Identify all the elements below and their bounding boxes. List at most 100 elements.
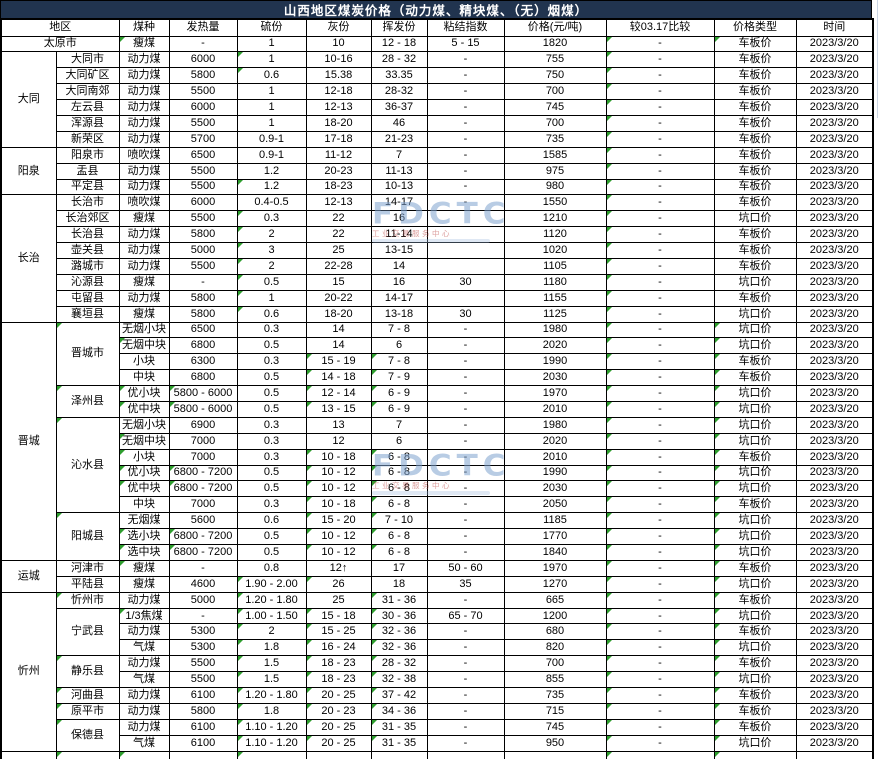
column-header[interactable]: 时间	[795, 18, 874, 37]
cell[interactable]: 2	[236, 226, 307, 244]
cell[interactable]: 18-20	[305, 114, 372, 132]
cell[interactable]: -	[605, 448, 715, 466]
city-cell[interactable]: 浑源县	[55, 114, 120, 132]
cell[interactable]: 10	[305, 35, 372, 53]
cell[interactable]: 6800 - 7200	[168, 464, 238, 482]
cell[interactable]: 车板价	[713, 257, 797, 275]
cell[interactable]: 坑口价	[713, 512, 797, 530]
cell[interactable]: 50 - 60	[426, 559, 505, 577]
cell[interactable]: 2023/3/20	[795, 194, 874, 212]
cell[interactable]: 0.5	[236, 544, 307, 561]
cell[interactable]: -	[426, 687, 505, 704]
cell[interactable]: 5500	[168, 257, 238, 275]
cell[interactable]: 1	[236, 35, 307, 53]
cell[interactable]: 瘦煤	[118, 305, 170, 323]
cell[interactable]: 700	[503, 83, 607, 101]
cell[interactable]: 855	[503, 671, 607, 689]
cell[interactable]: 1.8	[236, 702, 307, 720]
cell[interactable]: -	[426, 194, 505, 212]
cell[interactable]: 2023/3/20	[795, 385, 874, 402]
cell[interactable]: -	[426, 178, 505, 196]
cell[interactable]: 1020	[503, 242, 607, 259]
cell[interactable]: 2023/3/20	[795, 242, 874, 259]
cell[interactable]: 20 - 25	[305, 718, 372, 736]
region-cell[interactable]: 运城	[0, 559, 57, 593]
cell[interactable]: 2023/3/20	[795, 400, 874, 418]
cell[interactable]: 动力煤	[118, 702, 170, 720]
cell[interactable]: 6 - 8	[370, 544, 428, 561]
cell[interactable]: 6100	[168, 734, 238, 752]
cell[interactable]: 31 - 35	[370, 734, 428, 752]
cell[interactable]: 735	[503, 687, 607, 704]
city-cell[interactable]: 襄垣县	[55, 305, 120, 323]
cell[interactable]: 34 - 36	[370, 702, 428, 720]
cell[interactable]: 0.3	[236, 321, 307, 339]
cell[interactable]: 车板价	[713, 178, 797, 196]
cell[interactable]: 1820	[503, 35, 607, 53]
cell[interactable]: 22	[305, 226, 372, 244]
cell[interactable]: 1	[236, 83, 307, 101]
cell[interactable]: 1585	[503, 146, 607, 164]
cell[interactable]: -	[426, 623, 505, 641]
cell[interactable]: 坑口价	[713, 321, 797, 339]
cell[interactable]: 坑口价	[713, 416, 797, 434]
cell[interactable]: 2023/3/20	[795, 416, 874, 434]
cell[interactable]: 车板价	[713, 702, 797, 720]
cell[interactable]: 2023/3/20	[795, 639, 874, 657]
cell[interactable]: 1	[236, 99, 307, 116]
column-header[interactable]: 硫份	[236, 18, 307, 37]
cell[interactable]: -	[426, 639, 505, 657]
cell[interactable]: 6100	[168, 687, 238, 704]
cell[interactable]: 20-22	[305, 289, 372, 307]
cell[interactable]: 6000	[168, 99, 238, 116]
cell[interactable]: 坑口价	[713, 734, 797, 752]
cell[interactable]: 28 - 32	[370, 51, 428, 69]
cell[interactable]: 18-23	[305, 178, 372, 196]
cell[interactable]: 1770	[503, 528, 607, 545]
cell[interactable]: 气煤	[118, 734, 170, 752]
cell[interactable]: 6	[370, 432, 428, 450]
cell[interactable]: 6 - 8	[370, 528, 428, 545]
cell[interactable]: -	[426, 528, 505, 545]
cell[interactable]: 5500	[168, 655, 238, 673]
cell[interactable]: 2030	[503, 369, 607, 387]
cell[interactable]: 车板价	[713, 448, 797, 466]
cell[interactable]: 动力煤	[118, 114, 170, 132]
cell[interactable]: 665	[503, 591, 607, 609]
cell[interactable]: 坑口价	[713, 210, 797, 228]
cell[interactable]: 3	[236, 242, 307, 259]
cell[interactable]: 32 - 38	[370, 671, 428, 689]
cell[interactable]: 车板价	[713, 226, 797, 244]
cell[interactable]: 车板价	[713, 623, 797, 641]
cell[interactable]: -	[605, 114, 715, 132]
city-cell[interactable]: 阳城县	[55, 512, 120, 561]
cell[interactable]: 2023/3/20	[795, 369, 874, 387]
cell[interactable]: 2023/3/20	[795, 114, 874, 132]
cell[interactable]: 6 - 8	[370, 480, 428, 498]
cell[interactable]	[426, 750, 505, 759]
cell[interactable]: 0.3	[236, 448, 307, 466]
cell[interactable]: 750	[503, 67, 607, 85]
cell[interactable]: 12↑	[305, 559, 372, 577]
cell[interactable]: -	[605, 99, 715, 116]
city-cell[interactable]: 屯留县	[55, 289, 120, 307]
cell[interactable]: 2030	[503, 480, 607, 498]
cell[interactable]	[713, 750, 797, 759]
cell[interactable]	[503, 750, 607, 759]
cell[interactable]: -	[605, 385, 715, 402]
cell[interactable]: 2023/3/20	[795, 321, 874, 339]
cell[interactable]: 30	[426, 305, 505, 323]
cell[interactable]: -	[426, 400, 505, 418]
cell[interactable]: 0.4-0.5	[236, 194, 307, 212]
cell[interactable]: 11-14	[370, 226, 428, 244]
cell[interactable]: 37 - 42	[370, 687, 428, 704]
cell[interactable]: 21-23	[370, 130, 428, 148]
cell[interactable]: -	[605, 591, 715, 609]
cell[interactable]: 车板价	[713, 496, 797, 514]
cell[interactable]: 动力煤	[118, 162, 170, 180]
cell[interactable]: 瘦煤	[118, 273, 170, 291]
cell[interactable]: 坑口价	[713, 575, 797, 593]
cell[interactable]: -	[168, 607, 238, 625]
cell[interactable]: 坑口价	[713, 337, 797, 355]
cell[interactable]: 32 - 36	[370, 639, 428, 657]
